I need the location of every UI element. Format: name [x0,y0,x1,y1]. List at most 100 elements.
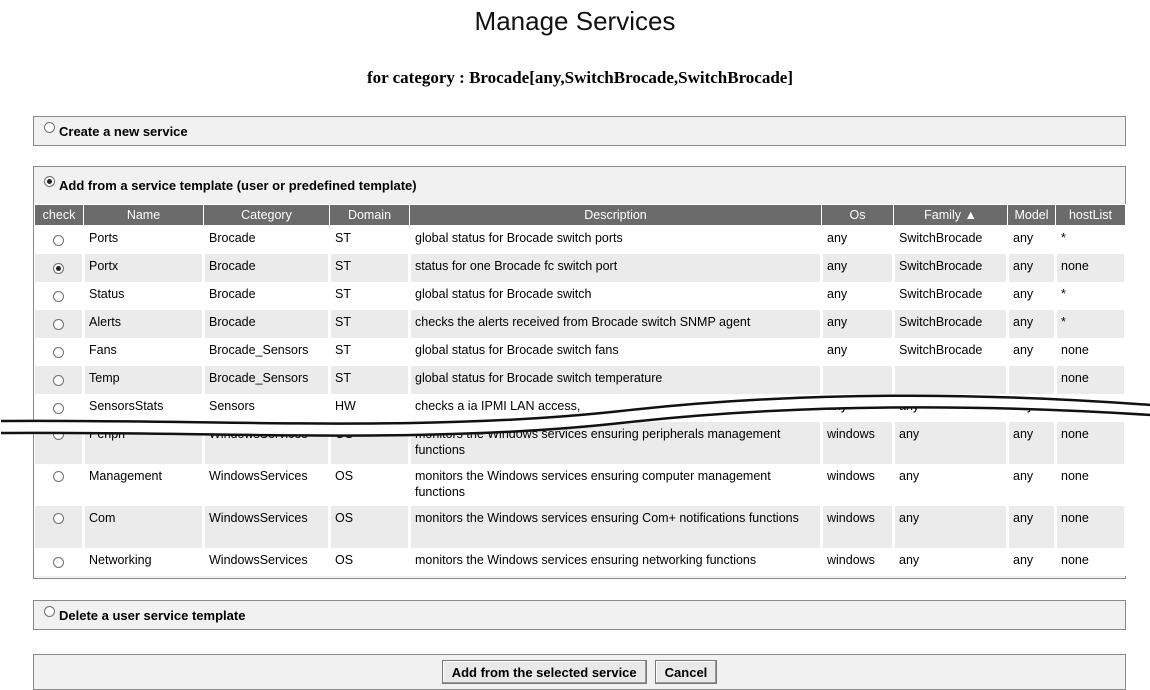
row-select-cell [34,464,85,506]
cell-os: windows [821,506,895,548]
category-subtitle: for category : Brocade[any,SwitchBrocade… [366,68,794,87]
cell-os: windows [821,548,895,576]
cell-name: Fans [83,338,205,366]
table-row[interactable]: Ports Brocade ST global status for Brocade … [34,225,1127,254]
cell-category: WindowsServices [203,548,331,576]
cell-description: status for one Brocade fc switch port [409,254,823,282]
cell-family: SwitchBrocade [893,282,1009,310]
cell-description: checks a ia IPMI LAN access, [409,394,823,422]
cell-name: Alerts [83,310,205,338]
cell-hostlist: none [1055,394,1127,422]
row-select-radio[interactable] [52,557,64,568]
column-header-category[interactable]: Category [203,204,330,226]
cell-hostlist: none [1055,366,1127,394]
add-from-selected-button[interactable]: Add from the selected service [441,660,647,684]
cell-description: global status for Brocade switch [409,282,823,310]
cell-category: Brocade_Sensors [203,338,331,366]
cell-model: any [1007,464,1057,506]
cell-name: Ports [83,225,205,254]
table-row[interactable]: Management WindowsServices OS monitors the … [34,464,1127,506]
table-row[interactable]: Fans Brocade_Sensors ST global status for B… [34,338,1127,366]
cell-category: Brocade_Sensors [203,366,331,394]
add-from-template-label: Add from a service template (user or pre… [59,177,417,193]
row-select-cell [34,422,85,464]
cell-category: Brocade [203,225,331,254]
cell-name: Periph [83,422,205,464]
cell-category: WindowsServices [203,506,331,548]
row-select-radio[interactable] [52,291,64,302]
cell-model: any [1007,282,1057,310]
column-header-model[interactable]: Model [1007,204,1056,226]
cell-description: global status for Brocade switch tempera… [409,366,823,394]
table-row[interactable]: Portx Brocade ST status for one Brocade fc … [34,254,1127,282]
row-select-radio[interactable] [52,347,64,358]
cell-description: monitors the Windows services ensuring n… [409,548,823,576]
cancel-button[interactable]: Cancel [654,660,718,684]
column-header-os[interactable]: Os [821,204,894,226]
cell-hostlist: * [1055,282,1127,310]
table-row[interactable]: Periph WindowsServices OS monitors the Wind… [34,422,1127,464]
row-select-radio[interactable] [52,319,64,330]
cell-domain: ST [329,310,411,338]
cell-category: Brocade [203,282,331,310]
column-header-name[interactable]: Name [83,204,204,226]
table-row[interactable]: Temp Brocade_Sensors ST global status for B… [34,366,1127,394]
table-row[interactable]: Status Brocade ST global status for Brocade… [34,282,1127,310]
cell-model: any [1007,254,1057,282]
cell-hostlist: none [1055,506,1127,548]
create-service-radio[interactable] [44,121,55,133]
row-select-cell [34,338,85,366]
cell-hostlist: * [1055,225,1127,254]
row-select-radio[interactable] [52,235,64,246]
cell-model: any [1007,225,1057,254]
row-select-radio[interactable] [52,375,64,386]
row-select-cell [34,254,85,282]
cell-os: any [821,282,895,310]
cell-category: Sensors [203,394,331,422]
row-select-radio[interactable] [52,471,64,482]
column-header-description[interactable]: Description [409,204,822,226]
row-select-radio[interactable] [52,513,64,524]
row-select-cell [34,394,85,422]
cell-os: any [821,254,895,282]
cell-name: Com [83,506,205,548]
cell-description: monitors the Windows services ensuring p… [409,422,823,464]
table-row[interactable]: Networking WindowsServices OS monitors the … [34,548,1127,576]
cell-category: WindowsServices [203,464,331,506]
row-select-cell [34,310,85,338]
cell-description: global status for Brocade switch ports [409,225,823,254]
cell-domain: ST [329,338,411,366]
row-select-radio[interactable] [52,263,64,274]
cell-os: windows [821,422,895,464]
cell-category: Brocade [203,310,331,338]
action-bar: Add from the selected service Cancel [33,654,1126,690]
cell-model: any [1007,394,1057,422]
row-select-radio[interactable] [52,403,64,414]
cell-domain: OS [329,464,411,506]
column-header-hostlist[interactable]: hostList [1055,204,1126,226]
cell-domain: ST [329,282,411,310]
column-header-domain[interactable]: Domain [329,204,410,226]
create-service-panel: Create a new service [33,116,1126,146]
cell-name: Status [83,282,205,310]
cell-family: any [893,506,1009,548]
row-select-cell [34,225,85,254]
table-row[interactable]: SensorsStats Sensors HW checks a ia IPMI LA… [34,394,1127,422]
cell-hostlist: none [1055,338,1127,366]
table-row[interactable]: Com WindowsServices OS monitors the Windows… [34,506,1127,548]
cell-model: any [1007,422,1057,464]
row-select-radio[interactable] [52,429,64,440]
cell-os: any [821,225,895,254]
cell-name: Management [83,464,205,506]
add-from-template-radio[interactable] [44,175,55,187]
delete-template-panel: Delete a user service template [33,600,1126,630]
table-row[interactable]: Alerts Brocade ST checks the alerts receive… [34,310,1127,338]
cell-model [1007,366,1057,394]
cell-description: global status for Brocade switch fans [409,338,823,366]
delete-template-radio[interactable] [44,605,55,617]
cell-model: any [1007,506,1057,548]
cell-domain: OS [329,548,411,576]
row-select-cell [34,282,85,310]
column-header-family[interactable]: Family ▲ [893,204,1008,226]
column-header-check[interactable]: check [34,204,84,226]
